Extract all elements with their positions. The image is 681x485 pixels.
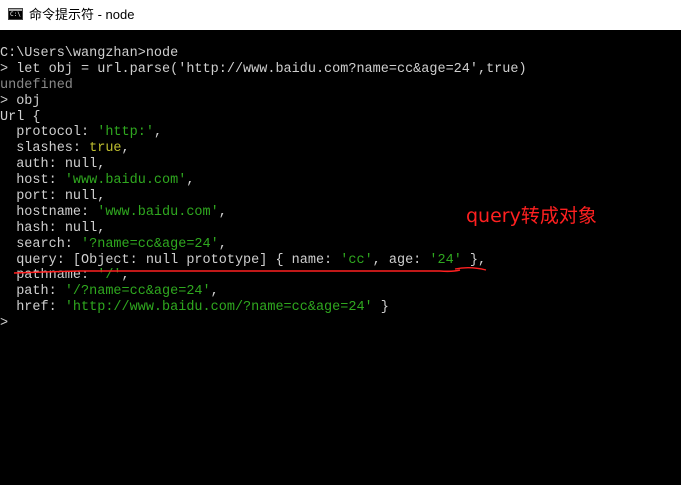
console-text: ,	[186, 173, 195, 189]
console-text: ,	[153, 125, 163, 141]
console-text: port:	[0, 189, 65, 205]
console-line: Url {	[0, 110, 527, 126]
console-text: ,	[218, 204, 227, 220]
console-line: > obj	[0, 94, 527, 110]
console-line: >	[0, 316, 527, 332]
console-text: 'www.baidu.com'	[97, 204, 219, 220]
console-line: > let obj = url.parse('http://www.baidu.…	[0, 62, 527, 78]
console-text: auth:	[0, 157, 65, 173]
console-text: Url {	[0, 109, 41, 125]
console-lines: C:\Users\wangzhan>node > let obj = url.pa…	[0, 46, 527, 332]
console-output[interactable]: C:\Users\wangzhan>node > let obj = url.pa…	[0, 30, 681, 485]
console-line: slashes: true,	[0, 141, 527, 157]
console-text: C:\Users\wangzhan>node	[0, 46, 179, 61]
title-bar: 命令提示符 - node	[0, 0, 681, 30]
console-line: query: [Object: null prototype] { name: …	[0, 253, 527, 269]
console-text: host:	[0, 173, 65, 189]
console-text: ,	[218, 236, 227, 252]
console-text: ,	[121, 268, 130, 284]
console-text: protocol:	[0, 125, 98, 141]
console-line: search: '?name=cc&age=24',	[0, 237, 527, 253]
console-text: null	[64, 220, 98, 236]
console-text: ,	[97, 189, 106, 205]
console-text: query: [Object: null prototype] { name:	[0, 252, 341, 268]
console-text: pathname:	[0, 268, 98, 284]
console-text: null	[64, 157, 98, 173]
console-text: null	[64, 189, 98, 205]
console-text: true	[89, 141, 122, 157]
console-text: undefined	[0, 77, 73, 93]
console-line: port: null,	[0, 189, 527, 205]
console-text: }	[372, 300, 389, 316]
console-text: ,	[210, 284, 219, 300]
console-text: search:	[0, 236, 82, 252]
console-line: pathname: '/',	[0, 268, 527, 284]
console-text: '?name=cc&age=24'	[81, 236, 219, 252]
console-line: href: 'http://www.baidu.com/?name=cc&age…	[0, 300, 527, 316]
console-text: hash:	[0, 220, 65, 236]
console-line: protocol: 'http:',	[0, 125, 527, 141]
console-line: auth: null,	[0, 157, 527, 173]
console-text: ,	[97, 220, 106, 236]
window-title: 命令提示符 - node	[29, 7, 135, 22]
console-text: > let obj = url.parse('http://www.baidu.…	[0, 61, 527, 77]
console-text: },	[461, 252, 487, 268]
console-line: C:\Users\wangzhan>node	[0, 46, 527, 62]
console-line: undefined	[0, 78, 527, 94]
console-text: >	[0, 316, 9, 332]
annotation-label: query转成对象	[466, 205, 597, 227]
console-line: hostname: 'www.baidu.com',	[0, 205, 527, 221]
console-text: slashes:	[0, 141, 90, 157]
console-text: '24'	[429, 252, 462, 268]
console-text: path:	[0, 284, 65, 300]
console-icon	[8, 8, 23, 20]
console-text: ,	[121, 141, 130, 157]
console-text: '/?name=cc&age=24'	[64, 284, 211, 300]
console-text: , age:	[372, 252, 430, 268]
console-text: > obj	[0, 93, 41, 109]
console-text: '/'	[97, 268, 122, 284]
console-line: path: '/?name=cc&age=24',	[0, 284, 527, 300]
console-text: href:	[0, 300, 65, 316]
console-line: hash: null,	[0, 221, 527, 237]
console-text: 'http:'	[97, 125, 154, 141]
console-text: 'cc'	[340, 252, 373, 268]
console-text: 'http://www.baidu.com/?name=cc&age=24'	[64, 300, 373, 316]
console-text: ,	[97, 157, 106, 173]
console-text: hostname:	[0, 204, 98, 220]
console-line: host: 'www.baidu.com',	[0, 173, 527, 189]
console-text: 'www.baidu.com'	[64, 173, 187, 189]
